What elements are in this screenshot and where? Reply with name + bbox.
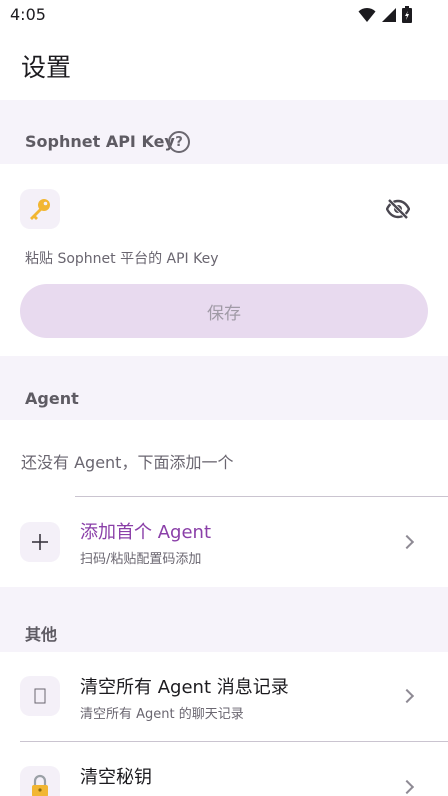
other-section-header: 其他	[0, 587, 448, 652]
key-icon-tile	[20, 189, 60, 229]
status-icons	[358, 6, 412, 23]
status-time: 4:05	[10, 5, 46, 24]
battery-icon	[402, 6, 412, 23]
visibility-off-icon[interactable]	[386, 197, 410, 221]
clear-messages-subtitle: 清空所有 Agent 的聊天记录	[80, 707, 244, 722]
wifi-icon	[358, 7, 376, 22]
cellular-icon	[382, 7, 396, 22]
agent-section-title: Agent	[25, 389, 79, 408]
clear-messages-icon	[34, 688, 46, 704]
other-section-title: 其他	[25, 625, 58, 644]
other-card: 清空所有 Agent 消息记录 清空所有 Agent 的聊天记录 清空秘钥	[0, 652, 448, 796]
plus-icon-tile	[20, 522, 60, 562]
chevron-right-icon	[399, 534, 415, 550]
page-title: 设置	[21, 53, 72, 82]
status-bar: 4:05	[0, 0, 448, 30]
save-button[interactable]: 保存	[20, 284, 428, 338]
clear-secret-row[interactable]: 清空秘钥	[0, 742, 448, 796]
clear-messages-icon-tile	[20, 676, 60, 716]
add-agent-title: 添加首个 Agent	[80, 522, 212, 543]
api-key-hint: 粘贴 Sophnet 平台的 API Key	[25, 251, 219, 267]
api-key-card: 粘贴 Sophnet 平台的 API Key 保存	[0, 164, 448, 356]
chevron-right-icon	[399, 779, 415, 795]
api-key-section-title: Sophnet API Key	[25, 132, 175, 151]
clear-messages-title: 清空所有 Agent 消息记录	[80, 677, 289, 698]
add-agent-subtitle: 扫码/粘贴配置码添加	[80, 552, 202, 567]
help-icon[interactable]: ?	[168, 131, 190, 153]
plus-icon	[32, 534, 48, 550]
agent-section-header: Agent	[0, 356, 448, 420]
api-key-section-header: Sophnet API Key ?	[0, 100, 448, 164]
agent-empty-text: 还没有 Agent，下面添加一个	[21, 453, 234, 472]
add-agent-row[interactable]: 添加首个 Agent 扫码/粘贴配置码添加	[0, 497, 448, 587]
clear-messages-row[interactable]: 清空所有 Agent 消息记录 清空所有 Agent 的聊天记录	[0, 652, 448, 741]
lock-icon	[32, 774, 48, 796]
key-icon	[30, 199, 50, 220]
app-bar: 设置	[0, 30, 448, 100]
api-key-input[interactable]	[70, 189, 370, 229]
chevron-right-icon	[399, 688, 415, 704]
agent-card: 还没有 Agent，下面添加一个 添加首个 Agent 扫码/粘贴配置码添加	[0, 420, 448, 587]
clear-secret-title: 清空秘钥	[80, 767, 152, 788]
lock-icon-tile	[20, 766, 60, 796]
